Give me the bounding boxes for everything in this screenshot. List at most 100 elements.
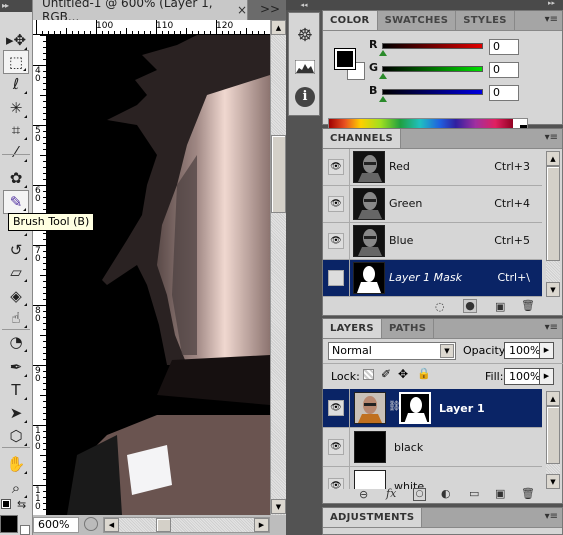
panel-menu-icon[interactable]: ▾≡: [545, 511, 558, 522]
info-icon[interactable]: i: [293, 85, 317, 109]
healing-brush-tool-button[interactable]: ✿: [3, 166, 29, 190]
channels-scroll-thumb[interactable]: [546, 166, 560, 261]
slider-r[interactable]: [382, 43, 483, 49]
move-tool-button[interactable]: ▸✥: [3, 28, 29, 52]
default-colors-icon[interactable]: [1, 499, 11, 509]
tab-swatches[interactable]: SWATCHES: [378, 11, 457, 30]
lock-all-icon[interactable]: 🔒: [417, 367, 431, 380]
scroll-up-button[interactable]: ▲: [546, 151, 560, 166]
save-selection-as-channel-icon[interactable]: ●: [463, 299, 477, 313]
document-tab[interactable]: Untitled-1 @ 600% (Layer 1, RGB... ×: [33, 0, 248, 24]
lock-transparency-icon[interactable]: [363, 369, 374, 380]
tab-channels[interactable]: CHANNELS: [323, 129, 401, 148]
layers-scrollbar[interactable]: ▲ ▼: [546, 391, 560, 489]
scroll-up-button[interactable]: ▲: [546, 391, 560, 406]
delete-channel-icon[interactable]: 🗑: [521, 299, 535, 312]
scroll-right-button[interactable]: ▶: [254, 518, 269, 532]
path-selection-tool-button[interactable]: ➤: [3, 401, 29, 425]
layer-name[interactable]: black: [394, 441, 423, 454]
zoom-level-field[interactable]: 600%: [33, 517, 79, 533]
histogram-icon[interactable]: [293, 55, 317, 79]
layer-row[interactable]: 👁 white: [323, 467, 542, 489]
foreground-color-swatch[interactable]: [0, 515, 18, 533]
layers-scroll-thumb[interactable]: [546, 406, 560, 464]
more-tabs-button[interactable]: >>: [255, 2, 285, 18]
eyedropper-tool-button[interactable]: ⁄: [3, 140, 29, 164]
slider-b[interactable]: [382, 89, 483, 95]
shape-tool-button[interactable]: ⬡: [3, 424, 29, 448]
eye-icon[interactable]: 👁: [328, 233, 344, 249]
marquee-tool-button[interactable]: ⬚: [3, 50, 29, 74]
background-color-swatch[interactable]: [20, 525, 30, 535]
panel-menu-icon[interactable]: ▾≡: [545, 132, 558, 143]
adjustment-layer-icon[interactable]: ◐: [441, 487, 451, 500]
eye-icon[interactable]: 👁: [328, 400, 344, 416]
scroll-left-button[interactable]: ◀: [104, 518, 119, 532]
crop-tool-button[interactable]: ⌗: [3, 118, 29, 142]
tab-layers[interactable]: LAYERS: [323, 319, 382, 338]
swap-colors-icon[interactable]: ⇆: [17, 498, 26, 511]
dodge-tool-button[interactable]: ◔: [3, 330, 29, 354]
paint-bucket-tool-button[interactable]: ◈: [3, 284, 29, 308]
lock-pixels-icon[interactable]: ✐: [381, 367, 391, 381]
navigator-icon[interactable]: ☸: [293, 23, 317, 47]
channel-row[interactable]: Layer 1 Mask Ctrl+\: [323, 260, 542, 297]
slider-thumb-g[interactable]: [379, 73, 387, 79]
link-layers-icon[interactable]: ⊖: [359, 488, 368, 501]
fill-slider-button[interactable]: ▶: [539, 369, 553, 384]
scroll-down-button[interactable]: ▼: [546, 282, 560, 297]
lock-position-icon[interactable]: ✥: [398, 367, 408, 381]
scroll-up-button[interactable]: ▲: [271, 20, 286, 35]
new-group-icon[interactable]: ▭: [469, 487, 479, 500]
eraser-tool-button[interactable]: ▱: [3, 260, 29, 284]
opacity-field[interactable]: 100% ▶: [504, 342, 554, 359]
slider-thumb-r[interactable]: [379, 50, 387, 56]
layer-mask-thumbnail[interactable]: [399, 392, 431, 424]
tab-color[interactable]: COLOR: [323, 11, 378, 30]
vertical-scrollbar[interactable]: ▲ ▼: [270, 20, 286, 515]
layer-style-icon[interactable]: fx: [386, 487, 396, 500]
status-menu-icon[interactable]: [84, 517, 98, 531]
load-channel-selection-icon[interactable]: ◌: [435, 300, 445, 313]
slider-thumb-b[interactable]: [379, 96, 387, 102]
add-mask-icon[interactable]: ○: [413, 488, 426, 501]
horizontal-ruler[interactable]: 100110120130: [33, 20, 270, 35]
smudge-tool-button[interactable]: ☝: [3, 306, 29, 330]
horizontal-scrollbar[interactable]: ◀ ▶: [103, 517, 270, 533]
pen-tool-button[interactable]: ✒: [3, 355, 29, 379]
history-brush-tool-button[interactable]: ↺: [3, 238, 29, 262]
scroll-down-button[interactable]: ▼: [271, 499, 286, 514]
visibility-toggle[interactable]: [328, 270, 344, 286]
zoom-tool-button[interactable]: ⌕: [3, 476, 29, 500]
panel-menu-icon[interactable]: ▾≡: [545, 14, 558, 25]
delete-layer-icon[interactable]: 🗑: [521, 487, 535, 500]
vertical-ruler[interactable]: 4 0 5 0 6 0 7 0 8 0 9 0 1 0 0 1 1 0: [33, 35, 47, 515]
tab-adjustments[interactable]: ADJUSTMENTS: [323, 508, 423, 527]
channel-row[interactable]: 👁 Blue Ctrl+5: [323, 223, 542, 260]
eye-icon[interactable]: 👁: [328, 159, 344, 175]
horizontal-scroll-thumb[interactable]: [156, 518, 171, 532]
panel-menu-icon[interactable]: ▾≡: [545, 322, 558, 333]
eye-icon[interactable]: 👁: [328, 196, 344, 212]
foreground-color-swatch[interactable]: [334, 48, 356, 70]
eye-icon[interactable]: 👁: [328, 439, 344, 455]
new-layer-icon[interactable]: ▣: [495, 487, 505, 500]
close-icon[interactable]: ×: [237, 3, 247, 17]
opacity-slider-button[interactable]: ▶: [539, 343, 553, 358]
channels-scrollbar[interactable]: ▲ ▼: [546, 151, 560, 297]
chevron-down-icon[interactable]: ▼: [440, 344, 454, 358]
tab-styles[interactable]: STYLES: [456, 11, 515, 30]
layer-name[interactable]: Layer 1: [439, 402, 485, 415]
expand-icon[interactable]: ▸▸: [548, 0, 555, 7]
toolbox-header[interactable]: ▸▸: [0, 0, 32, 12]
value-field-g[interactable]: 0: [489, 62, 519, 78]
lasso-tool-button[interactable]: ℓ: [3, 72, 29, 96]
vertical-scroll-thumb[interactable]: [271, 135, 286, 213]
channel-row[interactable]: 👁 Red Ctrl+3: [323, 149, 542, 186]
brush-tool-button[interactable]: ✎: [3, 190, 29, 214]
type-tool-button[interactable]: T: [3, 378, 29, 402]
channel-row[interactable]: 👁 Green Ctrl+4: [323, 186, 542, 223]
hand-tool-button[interactable]: ✋: [3, 452, 29, 476]
tab-paths[interactable]: PATHS: [382, 319, 435, 338]
fill-field[interactable]: 100% ▶: [504, 368, 554, 385]
